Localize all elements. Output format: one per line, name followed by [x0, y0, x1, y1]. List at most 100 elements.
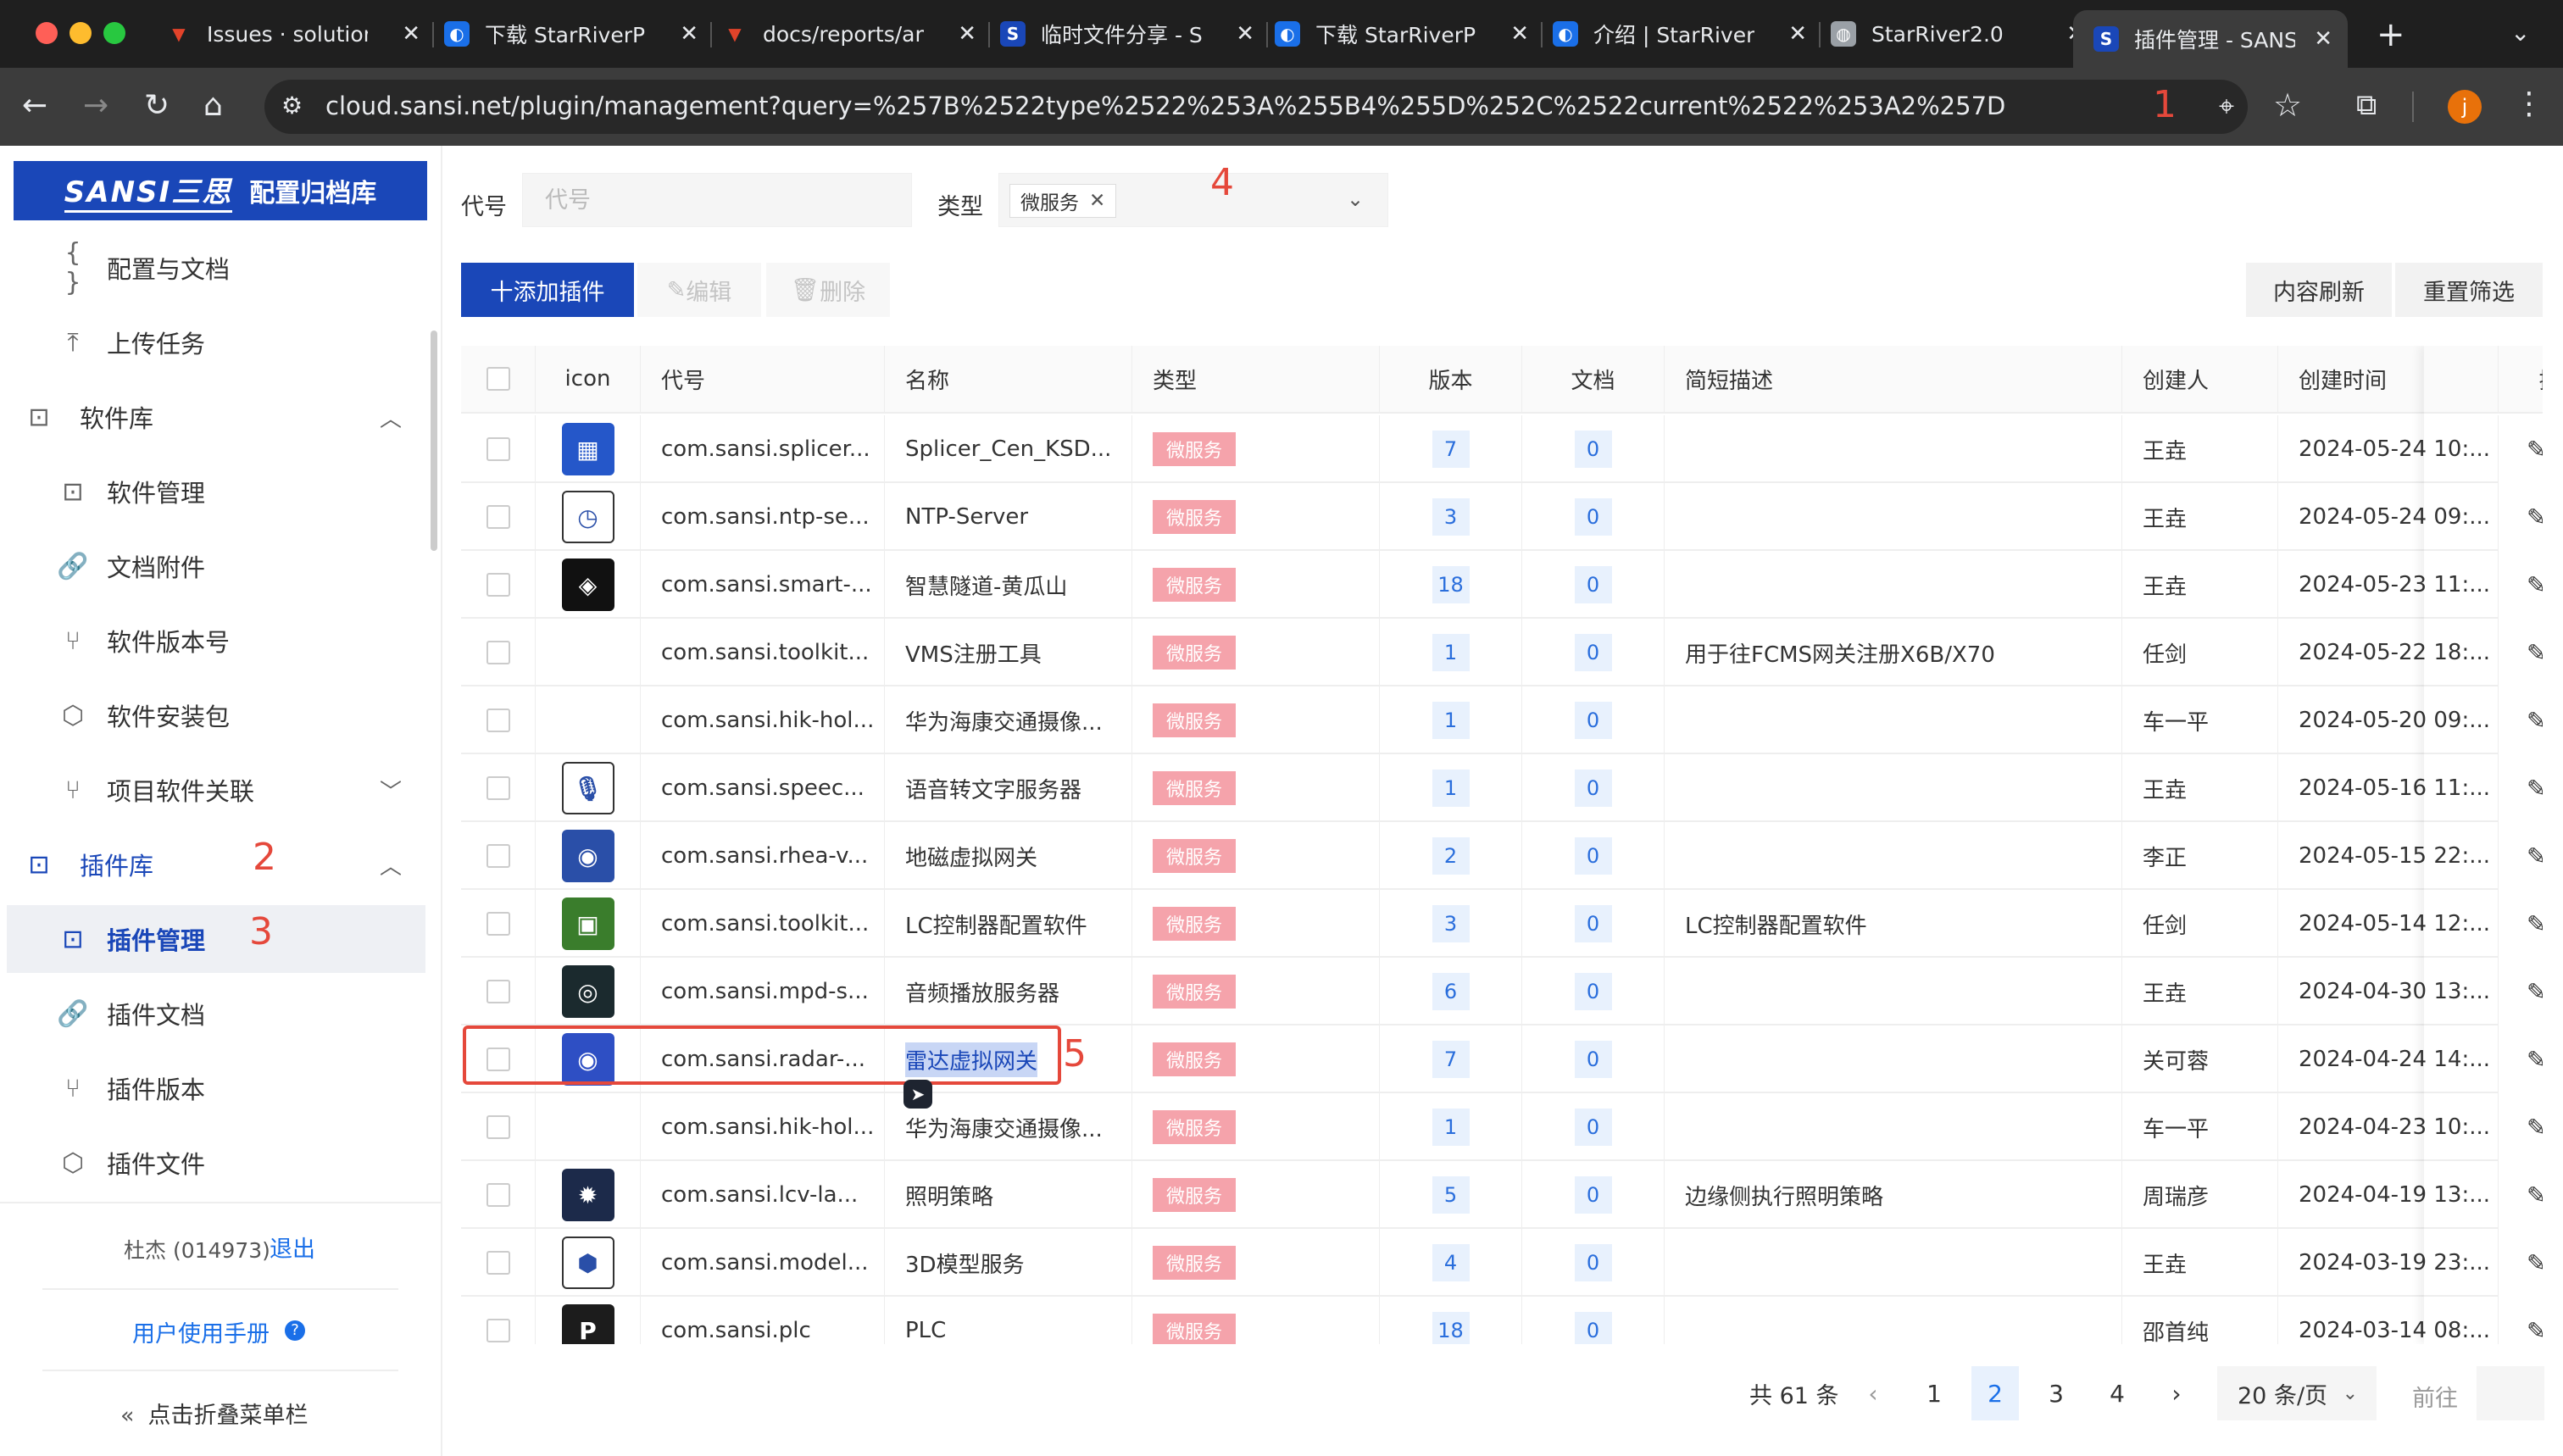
row-checkbox[interactable]: [486, 912, 510, 936]
docs-count-link[interactable]: 0: [1574, 1244, 1612, 1281]
row-checkbox[interactable]: [486, 505, 510, 529]
table-row[interactable]: ◉ com.sansi.radar-... 雷达虚拟网关 微服务 7 0 关可蓉 2024-0…: [461, 1025, 2543, 1093]
version-count-link[interactable]: 5: [1432, 1176, 1470, 1214]
version-count-link[interactable]: 7: [1432, 1041, 1470, 1078]
version-count-link[interactable]: 1: [1432, 702, 1470, 739]
location-pin-icon[interactable]: ⌖: [2219, 90, 2234, 123]
page-number-button[interactable]: 2: [1971, 1366, 2019, 1420]
version-count-link[interactable]: 4: [1432, 1244, 1470, 1281]
close-tab-icon[interactable]: ✕: [2314, 26, 2332, 52]
sidebar-scrollbar[interactable]: [431, 331, 437, 551]
edit-row-icon[interactable]: ✎: [2527, 571, 2543, 599]
edit-row-icon[interactable]: ✎: [2527, 1114, 2543, 1142]
row-checkbox[interactable]: [486, 573, 510, 597]
row-checkbox[interactable]: [486, 437, 510, 461]
browser-tab[interactable]: ◐ 下载 StarRiverPr ✕: [1275, 14, 1529, 54]
edit-row-icon[interactable]: ✎: [2527, 910, 2543, 938]
row-checkbox[interactable]: [486, 641, 510, 664]
sidebar-item[interactable]: ⊡ 软件库 ︿: [0, 383, 432, 451]
sidebar-item[interactable]: ⑂ 软件版本号: [0, 607, 432, 675]
close-tab-icon[interactable]: ✕: [958, 21, 976, 47]
row-checkbox[interactable]: [486, 709, 510, 732]
sidebar-item[interactable]: ⊡ 插件库 ︿: [0, 831, 432, 898]
version-count-link[interactable]: 3: [1432, 498, 1470, 536]
docs-count-link[interactable]: 0: [1574, 498, 1612, 536]
docs-count-link[interactable]: 0: [1574, 566, 1612, 603]
sidebar-item[interactable]: { } 配置与文档: [0, 234, 432, 302]
version-count-link[interactable]: 18: [1432, 566, 1470, 603]
edit-row-icon[interactable]: ✎: [2527, 842, 2543, 870]
reset-filters-button[interactable]: 重置筛选: [2395, 263, 2543, 317]
chevron-up-icon[interactable]: ︿: [380, 402, 402, 433]
select-all-checkbox[interactable]: [486, 367, 510, 391]
table-row[interactable]: com.sansi.hik-hol... 华为海康交通摄像... 微服务 1 0 车一平 2…: [461, 686, 2543, 754]
edit-button[interactable]: ✎ 编辑: [637, 263, 761, 317]
table-row[interactable]: ◈ com.sansi.smart-... 智慧隧道-黄瓜山 微服务 18 0 王垚 2024…: [461, 551, 2543, 619]
sidebar-item[interactable]: ⬡ 软件安装包: [0, 681, 432, 749]
sidebar-item[interactable]: ⊡ 插件管理: [7, 905, 425, 973]
forward-arrow-icon[interactable]: →: [83, 88, 108, 123]
table-row[interactable]: ✹ com.sansi.lcv-la... 照明策略 微服务 5 0 边缘侧执行照明策略 周瑞…: [461, 1161, 2543, 1229]
page-number-button[interactable]: 1: [1910, 1366, 1958, 1420]
docs-count-link[interactable]: 0: [1574, 905, 1612, 942]
close-window-button[interactable]: [36, 22, 58, 44]
version-count-link[interactable]: 2: [1432, 837, 1470, 875]
docs-count-link[interactable]: 0: [1574, 837, 1612, 875]
docs-count-link[interactable]: 0: [1574, 1176, 1612, 1214]
page-number-button[interactable]: 3: [2032, 1366, 2080, 1420]
url-bar[interactable]: ⚙ cloud.sansi.net/plugin/management?quer…: [264, 80, 2248, 134]
edit-row-icon[interactable]: ✎: [2527, 1046, 2543, 1074]
table-row[interactable]: com.sansi.hik-hol... 华为海康交通摄像... 微服务 1 0 车一平 2…: [461, 1093, 2543, 1161]
row-checkbox[interactable]: [486, 776, 510, 800]
sidebar-item[interactable]: 🔗 插件文档: [0, 980, 432, 1048]
row-checkbox[interactable]: [486, 1319, 510, 1342]
version-count-link[interactable]: 3: [1432, 905, 1470, 942]
tab-search-chevron-icon[interactable]: ⌄: [2510, 19, 2530, 47]
help-circle-icon[interactable]: ?: [285, 1320, 305, 1341]
table-row[interactable]: ◎ com.sansi.mpd-s... 音频播放服务器 微服务 6 0 王垚 2024-04…: [461, 958, 2543, 1025]
close-tab-icon[interactable]: ✕: [1510, 21, 1529, 47]
row-checkbox[interactable]: [486, 844, 510, 868]
browser-tab[interactable]: ◐ 下载 StarRiverPr ✕: [444, 14, 698, 54]
table-row[interactable]: com.sansi.toolkit... VMS注册工具 微服务 1 0 用于往FCMS网…: [461, 619, 2543, 686]
edit-row-icon[interactable]: ✎: [2527, 775, 2543, 803]
close-tab-icon[interactable]: ✕: [1236, 21, 1254, 47]
code-input-field[interactable]: [523, 174, 911, 226]
profile-avatar[interactable]: j: [2448, 90, 2482, 124]
edit-row-icon[interactable]: ✎: [2527, 1317, 2543, 1345]
brand-header[interactable]: SANSI三思 配置归档库: [14, 161, 427, 220]
edit-row-icon[interactable]: ✎: [2527, 436, 2543, 464]
maximize-window-button[interactable]: [103, 22, 125, 44]
site-settings-icon[interactable]: ⚙: [281, 92, 303, 119]
row-checkbox[interactable]: [486, 980, 510, 1003]
chevron-up-icon[interactable]: ︿: [380, 849, 402, 881]
chevron-down-icon[interactable]: ⌄: [1347, 187, 1364, 211]
chevron-down-icon[interactable]: ﹀: [380, 775, 402, 806]
edit-row-icon[interactable]: ✎: [2527, 707, 2543, 735]
browser-tab[interactable]: S 临时文件分享 - S ✕: [1000, 14, 1254, 54]
table-row[interactable]: ▦ com.sansi.splicer... Splicer_Cen_KSD... 微…: [461, 415, 2543, 483]
edit-row-icon[interactable]: ✎: [2527, 639, 2543, 667]
collapse-menu-button[interactable]: « 点击折叠菜单栏: [120, 1397, 309, 1430]
version-count-link[interactable]: 1: [1432, 1109, 1470, 1146]
home-icon[interactable]: ⌂: [203, 88, 223, 123]
docs-count-link[interactable]: 0: [1574, 770, 1612, 807]
edit-row-icon[interactable]: ✎: [2527, 978, 2543, 1006]
extensions-puzzle-icon[interactable]: ⧉: [2356, 88, 2377, 122]
new-tab-button[interactable]: +: [2377, 15, 2405, 54]
row-checkbox[interactable]: [486, 1048, 510, 1071]
docs-count-link[interactable]: 0: [1574, 431, 1612, 468]
sidebar-item[interactable]: ⑂ 项目软件关联 ﹀: [0, 756, 432, 824]
logout-link[interactable]: 退出: [270, 1231, 315, 1264]
close-tab-icon[interactable]: ✕: [402, 21, 420, 47]
user-manual-link[interactable]: 用户使用手册: [132, 1315, 270, 1348]
close-tab-icon[interactable]: ✕: [1788, 21, 1807, 47]
next-page-icon[interactable]: ›: [2153, 1366, 2200, 1420]
version-count-link[interactable]: 6: [1432, 973, 1470, 1010]
table-row[interactable]: Pcom.sansi.plc PLC 微服务 18 0 邵首纯 2024-03-14 08:…: [461, 1297, 2543, 1344]
version-count-link[interactable]: 1: [1432, 770, 1470, 807]
refresh-content-button[interactable]: 内容刷新: [2246, 263, 2392, 317]
close-tab-icon[interactable]: ✕: [680, 21, 698, 47]
sidebar-item[interactable]: 🔗 文档附件: [0, 532, 432, 600]
sidebar-item[interactable]: ⑂ 插件版本: [0, 1054, 432, 1122]
